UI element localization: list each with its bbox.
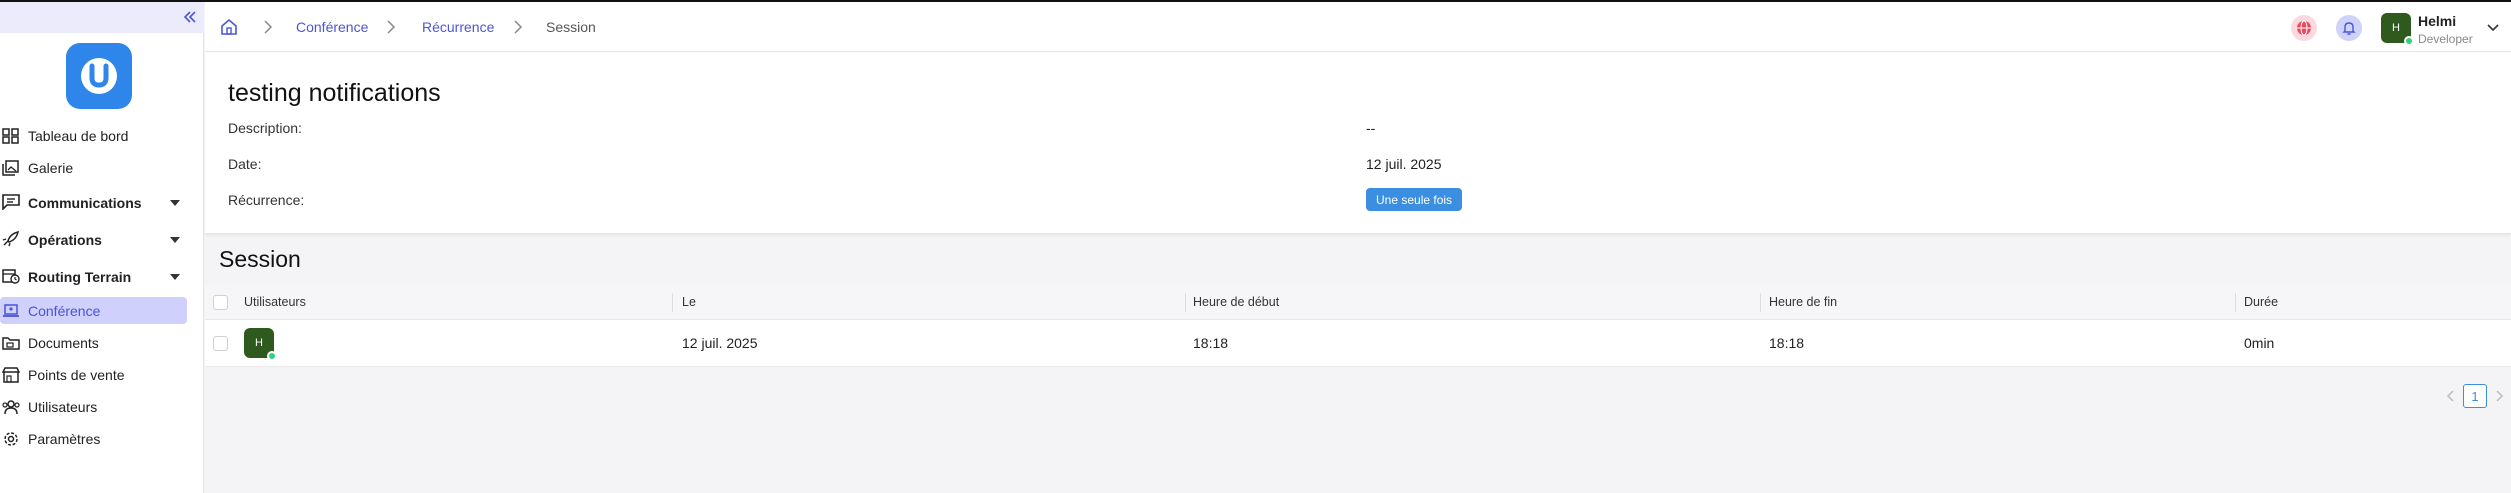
rocket-icon	[2, 231, 20, 247]
breadcrumb-session: Session	[546, 19, 596, 35]
column-divider	[2235, 293, 2236, 312]
sidebar-nav: Tableau de bord Galerie Communications O…	[0, 120, 204, 455]
sidebar-item-label: Galerie	[28, 160, 74, 176]
globe-icon	[2297, 20, 2311, 36]
column-divider	[1185, 293, 1186, 312]
app-logo[interactable]	[66, 43, 132, 109]
chevron-left-icon	[2446, 390, 2454, 402]
recurrence-label: Récurrence:	[228, 192, 305, 208]
sidebar-item-utilisateurs[interactable]: Utilisateurs	[0, 391, 204, 423]
sidebar-item-label: Utilisateurs	[28, 399, 98, 415]
sidebar-item-label: Communications	[28, 194, 142, 211]
next-page-button[interactable]	[2492, 386, 2506, 406]
breadcrumb-conference[interactable]: Conférence	[296, 2, 368, 52]
language-button[interactable]	[2291, 15, 2317, 41]
row-checkbox[interactable]	[213, 336, 228, 351]
row-user-avatar[interactable]: H	[244, 328, 277, 361]
chevron-right-icon	[2496, 390, 2504, 402]
user-menu-button[interactable]	[2486, 21, 2500, 39]
sidebar: Tableau de bord Galerie Communications O…	[0, 2, 204, 493]
chevron-right-icon	[512, 2, 524, 52]
column-header-date[interactable]: Le	[682, 285, 696, 319]
user-avatar[interactable]: H	[2381, 13, 2414, 46]
sidebar-item-label: Paramètres	[28, 431, 101, 447]
row-user-initial: H	[255, 337, 263, 349]
column-divider	[672, 293, 673, 312]
column-header-users[interactable]: Utilisateurs	[244, 285, 306, 319]
store-icon	[2, 367, 20, 383]
select-all-checkbox[interactable]	[213, 295, 228, 310]
chevron-down-icon	[2487, 24, 2499, 32]
sidebar-item-communications[interactable]: Communications	[0, 184, 204, 221]
row-date: 12 juil. 2025	[682, 335, 758, 351]
column-header-start-time[interactable]: Heure de début	[1193, 285, 1279, 319]
session-table: Utilisateurs Le Heure de début Heure de …	[205, 285, 2511, 367]
user-role: Developer	[2418, 32, 2473, 46]
gallery-icon	[2, 160, 19, 176]
calendar-route-icon	[2, 269, 20, 284]
page-number-current[interactable]: 1	[2463, 384, 2487, 408]
date-value: 12 juil. 2025	[1366, 156, 1442, 172]
gear-icon	[4, 432, 18, 446]
sidebar-item-label: Documents	[28, 335, 99, 351]
sidebar-item-label: Conférence	[28, 302, 101, 319]
session-section-title: Session	[219, 246, 301, 272]
sidebar-item-documents[interactable]: Documents	[0, 327, 204, 359]
prev-page-button[interactable]	[2444, 386, 2458, 406]
chevron-right-icon	[262, 2, 274, 52]
user-name: Helmi	[2418, 13, 2457, 29]
sidebar-item-label: Routing Terrain	[28, 268, 132, 285]
column-header-end-time[interactable]: Heure de fin	[1769, 285, 1837, 319]
date-label: Date:	[228, 156, 262, 172]
online-status-dot	[2404, 36, 2414, 46]
breadcrumb-recurrence[interactable]: Récurrence	[422, 2, 494, 52]
chevron-down-icon	[170, 199, 180, 206]
logo-u-icon	[81, 58, 117, 94]
sidebar-item-dashboard[interactable]: Tableau de bord	[0, 120, 204, 152]
chevron-down-icon	[170, 236, 180, 243]
folder-icon	[2, 337, 20, 350]
laptop-icon	[3, 304, 19, 317]
notifications-button[interactable]	[2336, 15, 2362, 41]
sidebar-item-points-de-vente[interactable]: Points de vente	[0, 359, 204, 391]
home-icon	[221, 18, 237, 35]
sidebar-item-operations[interactable]: Opérations	[0, 221, 204, 258]
sidebar-item-gallery[interactable]: Galerie	[0, 152, 204, 184]
sidebar-item-parametres[interactable]: Paramètres	[0, 423, 204, 455]
page-title: testing notifications	[228, 79, 441, 107]
sidebar-item-conference[interactable]: Conférence	[0, 297, 187, 324]
double-chevron-left-icon	[183, 11, 196, 23]
dashboard-icon	[2, 128, 19, 144]
collapse-sidebar-button[interactable]	[180, 7, 200, 27]
description-label: Description:	[228, 120, 302, 136]
user-initial: H	[2392, 22, 2400, 34]
chevron-right-icon	[385, 2, 397, 52]
sidebar-collapse-strip	[0, 2, 204, 33]
sidebar-item-label: Points de vente	[28, 367, 125, 383]
table-row[interactable]: H 12 juil. 2025 18:18 18:18 0min	[205, 320, 2511, 367]
column-header-duration[interactable]: Durée	[2244, 285, 2278, 319]
row-end-time: 18:18	[1769, 335, 1805, 351]
conference-details-card: testing notifications Description: -- Da…	[205, 52, 2511, 234]
row-start-time: 18:18	[1193, 335, 1229, 351]
column-divider	[1760, 293, 1761, 312]
chat-icon	[2, 194, 20, 210]
breadcrumb-home[interactable]	[219, 2, 239, 52]
description-value: --	[1366, 120, 1376, 136]
users-icon	[2, 400, 20, 415]
chevron-down-icon	[170, 273, 180, 280]
sidebar-item-label: Opérations	[28, 231, 102, 248]
bell-icon	[2342, 22, 2356, 35]
top-header: Conférence Récurrence Session H Helmi De…	[205, 2, 2511, 52]
recurrence-badge: Une seule fois	[1366, 188, 1463, 211]
row-duration: 0min	[2244, 335, 2275, 351]
sidebar-item-routing-terrain[interactable]: Routing Terrain	[0, 258, 204, 295]
sidebar-item-label: Tableau de bord	[28, 128, 129, 144]
online-status-dot	[267, 351, 277, 361]
table-header: Utilisateurs Le Heure de début Heure de …	[205, 285, 2511, 320]
